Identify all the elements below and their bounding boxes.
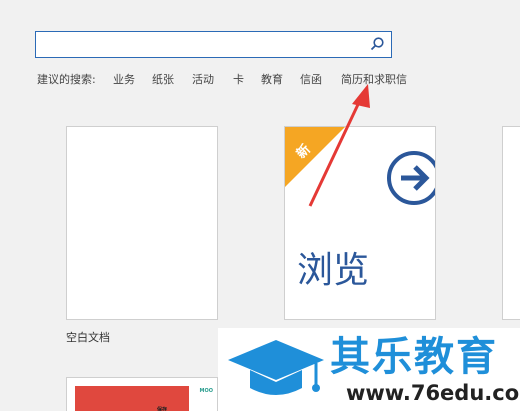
watermark-name: 其乐教育 (330, 334, 498, 380)
template-tour-title: 浏览 (297, 250, 370, 291)
watermark-url: www.76edu.com (346, 381, 520, 405)
template-bottom-image (75, 386, 189, 411)
template-bottom-badge: MOO (199, 388, 213, 394)
suggestion-education[interactable]: 教育 (261, 72, 283, 88)
watermark: 其乐教育 www.76edu.com (218, 328, 520, 411)
search-icon[interactable] (369, 36, 385, 52)
template-thumbnail-partial[interactable] (502, 126, 520, 320)
template-blank-label[interactable]: 空白文档 (66, 329, 110, 345)
search-input[interactable] (35, 31, 392, 58)
annotation-arrow-icon (308, 84, 370, 207)
suggested-searches-label: 建议的搜索: (37, 73, 96, 86)
search-field[interactable] (36, 32, 356, 57)
template-thumbnail-bottom[interactable]: MOO 保存 (66, 377, 218, 411)
template-blank-document[interactable] (66, 126, 218, 320)
template-bottom-text: 保存 (157, 407, 168, 411)
suggestion-cards[interactable]: 卡 (233, 72, 244, 88)
suggestion-business[interactable]: 业务 (113, 72, 135, 88)
suggestion-events[interactable]: 活动 (192, 72, 214, 88)
arrow-right-circle-icon (387, 151, 435, 205)
suggestion-paper[interactable]: 纸张 (152, 72, 174, 88)
graduation-cap-icon (228, 340, 324, 395)
